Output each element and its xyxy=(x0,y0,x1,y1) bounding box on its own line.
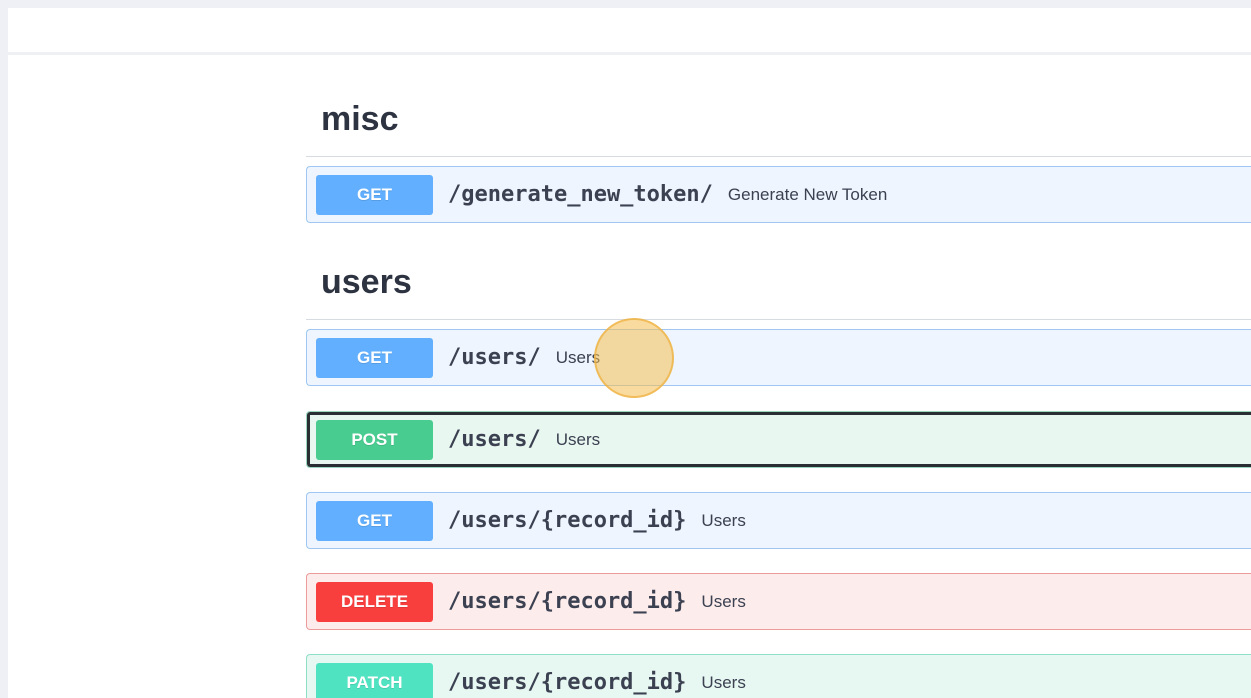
method-badge-patch: PATCH xyxy=(316,662,433,698)
top-bar xyxy=(8,8,1251,55)
operation-path: /generate_new_token/ xyxy=(448,182,713,207)
section-divider xyxy=(306,156,1251,157)
method-badge-get: GET xyxy=(316,174,433,215)
operation-summary: Users xyxy=(701,510,746,530)
method-badge-delete: DELETE xyxy=(316,581,433,622)
section-divider xyxy=(306,319,1251,320)
operation-post-users[interactable]: POST /users/ Users xyxy=(306,411,1251,468)
operation-get-user-by-id[interactable]: GET /users/{record_id} Users xyxy=(306,492,1251,549)
operation-path: /users/{record_id} xyxy=(448,589,687,614)
method-badge-get: GET xyxy=(316,337,433,378)
operation-get-generate-new-token[interactable]: GET /generate_new_token/ Generate New To… xyxy=(306,166,1251,223)
section-title-misc: misc xyxy=(321,100,399,138)
operation-path: /users/ xyxy=(448,345,541,370)
operation-summary: Users xyxy=(701,672,746,692)
api-docs-page: misc GET /generate_new_token/ Generate N… xyxy=(8,8,1251,698)
operation-path: /users/ xyxy=(448,427,541,452)
operation-summary: Users xyxy=(555,429,601,449)
method-badge-post: POST xyxy=(316,419,433,460)
operation-summary: Generate New Token xyxy=(727,184,888,204)
operation-get-users[interactable]: GET /users/ Users xyxy=(306,329,1251,386)
operation-summary: Users xyxy=(555,347,601,367)
operation-delete-user-by-id[interactable]: DELETE /users/{record_id} Users xyxy=(306,573,1251,630)
operation-summary: Users xyxy=(701,591,746,611)
method-badge-get: GET xyxy=(316,500,433,541)
operation-path: /users/{record_id} xyxy=(448,508,687,533)
operation-path: /users/{record_id} xyxy=(448,670,687,695)
operation-patch-user-by-id[interactable]: PATCH /users/{record_id} Users xyxy=(306,654,1251,698)
section-title-users: users xyxy=(321,263,412,301)
